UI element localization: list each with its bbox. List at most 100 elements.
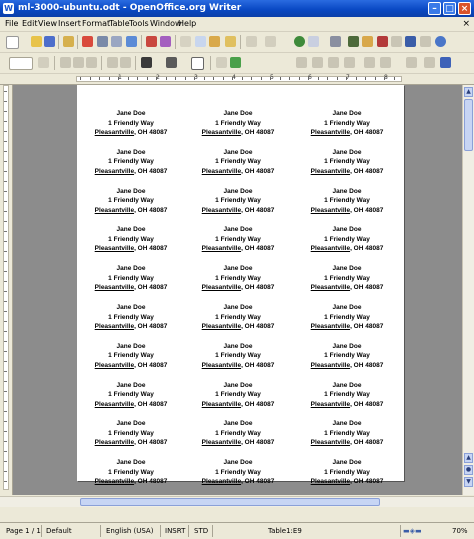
document-page[interactable]: Jane Doe 1 Friendly Way Pleasantville, OH … <box>77 85 404 485</box>
sort-icon[interactable] <box>406 57 417 68</box>
vertical-ruler[interactable] <box>0 85 13 495</box>
insert-column-icon[interactable] <box>312 57 323 68</box>
help-icon[interactable] <box>435 36 446 47</box>
zoom-level[interactable]: 70% <box>452 523 468 539</box>
gallery-icon[interactable] <box>377 36 388 47</box>
table-background-icon[interactable] <box>191 57 204 70</box>
table-properties-icon[interactable] <box>380 57 391 68</box>
address-label[interactable]: Jane Doe 1 Friendly Way Pleasantville, OH … <box>77 419 185 448</box>
print-preview-icon[interactable] <box>111 36 122 47</box>
address-label[interactable]: Jane Doe 1 Friendly Way Pleasantville, OH … <box>184 342 292 371</box>
address-label[interactable]: Jane Doe 1 Friendly Way Pleasantville, OH … <box>184 458 292 487</box>
optimize-icon[interactable] <box>230 57 241 68</box>
delete-column-icon[interactable] <box>344 57 355 68</box>
copy-icon[interactable] <box>195 36 206 47</box>
edit-file-icon[interactable] <box>63 36 74 47</box>
maximize-button[interactable]: □ <box>443 2 456 15</box>
merge-cells-icon[interactable] <box>216 57 227 68</box>
vertical-scrollbar[interactable]: ▲ ▲ ● ▼ <box>462 85 474 495</box>
insert-row-icon[interactable] <box>296 57 307 68</box>
menu-format[interactable]: Format <box>82 17 110 31</box>
language-indicator[interactable]: English (USA) <box>106 523 153 539</box>
selection-mode[interactable]: STD <box>194 523 208 539</box>
minimize-button[interactable]: – <box>428 2 441 15</box>
sum-icon[interactable] <box>424 57 435 68</box>
address-label[interactable]: Jane Doe 1 Friendly Way Pleasantville, OH … <box>77 225 185 254</box>
close-document-icon[interactable]: × <box>462 17 470 31</box>
table-icon[interactable] <box>308 36 319 47</box>
bold-icon[interactable] <box>60 57 71 68</box>
address-label[interactable]: Jane Doe 1 Friendly Way Pleasantville, OH … <box>184 148 292 177</box>
address-label[interactable]: Jane Doe 1 Friendly Way Pleasantville, OH … <box>293 109 401 138</box>
address-label[interactable]: Jane Doe 1 Friendly Way Pleasantville, OH … <box>77 264 185 293</box>
underline-icon[interactable] <box>86 57 97 68</box>
address-label[interactable]: Jane Doe 1 Friendly Way Pleasantville, OH … <box>293 342 401 371</box>
address-label[interactable]: Jane Doe 1 Friendly Way Pleasantville, OH … <box>184 303 292 332</box>
address-label[interactable]: Jane Doe 1 Friendly Way Pleasantville, OH … <box>77 148 185 177</box>
address-label[interactable]: Jane Doe 1 Friendly Way Pleasantville, OH … <box>184 187 292 216</box>
page-preview-icon[interactable] <box>126 36 137 47</box>
address-label[interactable]: Jane Doe 1 Friendly Way Pleasantville, OH … <box>293 225 401 254</box>
address-label[interactable]: Jane Doe 1 Friendly Way Pleasantville, OH … <box>293 303 401 332</box>
insert-mode[interactable]: INSRT <box>165 523 185 539</box>
menu-window[interactable]: Window <box>150 17 182 31</box>
navigation-button[interactable]: ● <box>464 465 473 475</box>
zoom-slider[interactable]: ▬◈▬ <box>403 523 422 539</box>
address-label[interactable]: Jane Doe 1 Friendly Way Pleasantville, OH … <box>184 264 292 293</box>
find-replace-icon[interactable] <box>348 36 359 47</box>
address-label[interactable]: Jane Doe 1 Friendly Way Pleasantville, OH … <box>77 342 185 371</box>
address-label[interactable]: Jane Doe 1 Friendly Way Pleasantville, OH … <box>293 381 401 410</box>
address-label[interactable]: Jane Doe 1 Friendly Way Pleasantville, OH … <box>293 264 401 293</box>
menu-help[interactable]: Help <box>178 17 196 31</box>
data-sources-icon[interactable] <box>391 36 402 47</box>
scroll-up-button[interactable]: ▲ <box>464 87 473 97</box>
close-button[interactable]: × <box>458 2 471 15</box>
horizontal-ruler[interactable]: 1 2 3 4 5 6 7 8 <box>0 74 474 85</box>
menu-view[interactable]: View <box>38 17 57 31</box>
align-center-icon[interactable] <box>120 57 131 68</box>
address-label[interactable]: Jane Doe 1 Friendly Way Pleasantville, OH … <box>77 109 185 138</box>
previous-object-button[interactable]: ▲ <box>464 453 473 463</box>
address-label[interactable]: Jane Doe 1 Friendly Way Pleasantville, OH … <box>184 419 292 448</box>
address-label[interactable]: Jane Doe 1 Friendly Way Pleasantville, OH … <box>293 148 401 177</box>
address-label[interactable]: Jane Doe 1 Friendly Way Pleasantville, OH … <box>293 458 401 487</box>
autospellcheck-icon[interactable] <box>160 36 171 47</box>
table-toolbar-close-icon[interactable] <box>440 57 451 68</box>
address-label[interactable]: Jane Doe 1 Friendly Way Pleasantville, OH … <box>77 381 185 410</box>
menu-edit[interactable]: Edit <box>22 17 38 31</box>
navigator-icon[interactable] <box>362 36 373 47</box>
address-label[interactable]: Jane Doe 1 Friendly Way Pleasantville, OH … <box>184 225 292 254</box>
address-label[interactable]: Jane Doe 1 Friendly Way Pleasantville, OH … <box>293 187 401 216</box>
hyperlink-icon[interactable] <box>294 36 305 47</box>
delete-row-icon[interactable] <box>328 57 339 68</box>
menu-tools[interactable]: Tools <box>129 17 149 31</box>
nonprinting-characters-icon[interactable] <box>405 36 416 47</box>
paste-icon[interactable] <box>209 36 220 47</box>
save-icon[interactable] <box>44 36 55 47</box>
undo-icon[interactable] <box>246 36 257 47</box>
next-object-button[interactable]: ▼ <box>464 477 473 487</box>
italic-icon[interactable] <box>73 57 84 68</box>
export-pdf-icon[interactable] <box>82 36 93 47</box>
table-border-icon[interactable] <box>141 57 152 68</box>
align-left-icon[interactable] <box>107 57 118 68</box>
address-label[interactable]: Jane Doe 1 Friendly Way Pleasantville, OH … <box>77 187 185 216</box>
horizontal-scrollbar[interactable] <box>0 496 474 507</box>
redo-icon[interactable] <box>265 36 276 47</box>
styles-formatting-icon[interactable] <box>38 57 49 68</box>
menu-file[interactable]: File <box>5 17 18 31</box>
page-style[interactable]: Default <box>46 523 72 539</box>
address-label[interactable]: Jane Doe 1 Friendly Way Pleasantville, OH … <box>77 458 185 487</box>
open-icon[interactable] <box>31 36 42 47</box>
document-area[interactable]: Jane Doe 1 Friendly Way Pleasantville, OH … <box>13 85 462 495</box>
cut-icon[interactable] <box>180 36 191 47</box>
horizontal-scroll-thumb[interactable] <box>80 498 380 506</box>
new-document-icon[interactable] <box>6 36 19 49</box>
menu-insert[interactable]: Insert <box>58 17 81 31</box>
select-table-icon[interactable] <box>364 57 375 68</box>
zoom-icon[interactable] <box>420 36 431 47</box>
address-label[interactable]: Jane Doe 1 Friendly Way Pleasantville, OH … <box>184 109 292 138</box>
show-draw-functions-icon[interactable] <box>330 36 341 47</box>
menu-table[interactable]: Table <box>109 17 130 31</box>
address-label[interactable]: Jane Doe 1 Friendly Way Pleasantville, OH … <box>293 419 401 448</box>
